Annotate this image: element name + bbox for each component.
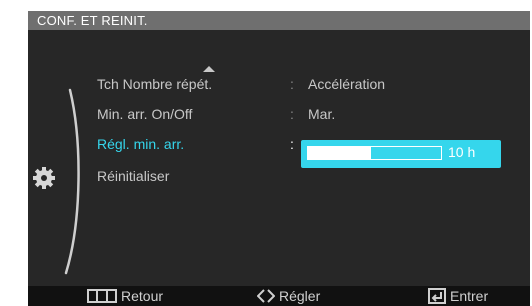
menu-separator: :: [290, 76, 294, 92]
menu-value-min-arr-on-off: Mar.: [308, 106, 336, 122]
scroll-arc-decoration: [64, 88, 80, 275]
left-right-arrows-icon: [257, 289, 275, 303]
menu-separator: :: [290, 136, 294, 152]
back-button[interactable]: Retour: [87, 288, 163, 304]
menu-item-tch-nombre-repet[interactable]: Tch Nombre répét.: [97, 76, 212, 92]
menu-item-regl-min-arr[interactable]: Régl. min. arr.: [97, 136, 184, 152]
menu-value-tch-nombre-repet: Accélération: [308, 76, 386, 92]
menu-item-min-arr-on-off[interactable]: Min. arr. On/Off: [97, 106, 192, 122]
adjust-button[interactable]: Régler: [257, 288, 320, 304]
timer-slider-fill: [308, 147, 371, 159]
menu-item-reinitialiser[interactable]: Réinitialiser: [97, 168, 169, 184]
enter-label: Entrer: [450, 288, 489, 304]
back-label: Retour: [121, 288, 164, 304]
menu-icon: [87, 289, 117, 303]
footer-bar: Retour Régler Entrer: [28, 286, 530, 306]
adjust-label: Régler: [279, 288, 321, 304]
timer-slider-value: 10 h: [448, 144, 476, 160]
timer-slider[interactable]: [307, 146, 442, 160]
enter-icon: [428, 288, 446, 304]
enter-button[interactable]: Entrer: [428, 288, 488, 304]
window-title: CONF. ET REINIT.: [28, 11, 530, 30]
osd-menu-window: CONF. ET REINIT. Tch Nombre répét. : Acc…: [28, 11, 530, 306]
menu-panel: Tch Nombre répét. : Accélération Min. ar…: [28, 30, 530, 286]
gear-icon: [33, 167, 55, 189]
up-triangle-icon[interactable]: [203, 66, 215, 72]
menu-separator: :: [290, 106, 294, 122]
